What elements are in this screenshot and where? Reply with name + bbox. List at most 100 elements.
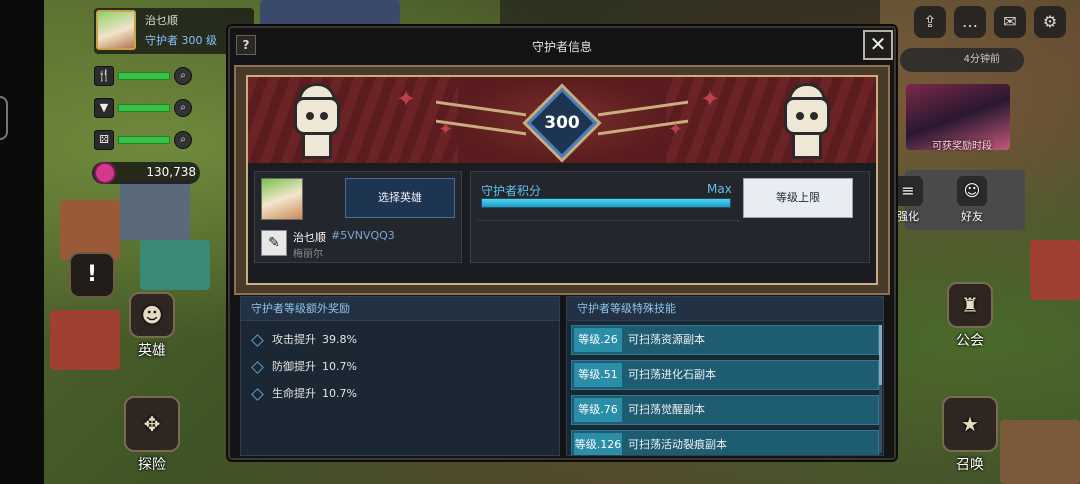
- score-progress-fill: [482, 199, 730, 207]
- guardian-level: 300: [544, 113, 580, 133]
- star-icon: ✦: [700, 85, 721, 113]
- skill-text: 可扫荡进化石副本: [628, 368, 716, 381]
- guardian-banner: ✦ ✦ ✦ ✦ 300: [248, 77, 876, 163]
- guardian-frame-inner: ✦ ✦ ✦ ✦ 300 选择英雄 ✎ 治乜顺 #5VNVQQ3 梅丽尔 守护者积…: [246, 75, 878, 285]
- bonus-row: 生命提升 10.7%: [251, 385, 357, 401]
- pencil-icon[interactable]: ✎: [261, 230, 287, 256]
- player-level: 守护者 300 级: [145, 34, 217, 47]
- skill-level: 等级.126: [574, 433, 622, 455]
- guild-menu-button[interactable]: ♜ 公会: [942, 282, 998, 350]
- score-divider: [477, 220, 739, 221]
- hero-menu-button[interactable]: ☻ 英雄: [124, 292, 180, 360]
- mascot-left-icon: [288, 83, 346, 161]
- player-avatar[interactable]: [96, 10, 136, 50]
- summon-menu-label: 召唤: [956, 457, 984, 473]
- hero-panel: 选择英雄 ✎ 治乜顺 #5VNVQQ3 梅丽尔: [254, 171, 462, 263]
- score-label: 守护者积分: [481, 184, 542, 198]
- guild-icon: ♜: [947, 282, 993, 328]
- explore-menu-button[interactable]: ✥ 探险: [120, 396, 184, 474]
- mail-icon[interactable]: ✉: [994, 6, 1026, 38]
- chat-icon[interactable]: …: [954, 6, 986, 38]
- guardian-frame: ✦ ✦ ✦ ✦ 300 选择英雄 ✎ 治乜顺 #5VNVQQ3 梅丽尔 守护者积…: [234, 65, 890, 295]
- timer-pill: 4分钟前: [900, 48, 1024, 72]
- level-cap-button[interactable]: 等级上限: [743, 178, 853, 218]
- enhance-menu-label: 强化: [897, 210, 919, 223]
- gem-count: 130,738: [146, 165, 196, 179]
- dice-icon: ⚄: [94, 130, 114, 150]
- skill-text: 可扫荡觉醒副本: [628, 403, 705, 416]
- bonus-row: 攻击提升 39.8%: [251, 331, 357, 347]
- hero-code: #5VNVQQ3: [331, 229, 395, 242]
- search-icon[interactable]: ⌕: [174, 67, 192, 85]
- bonus-value: 39.8%: [322, 333, 357, 346]
- star-icon: ✦: [668, 119, 684, 140]
- bonus-label: 防御提升: [272, 360, 316, 373]
- gem-icon: [94, 162, 116, 184]
- food-bar: [118, 72, 170, 80]
- skill-row: 等级.126 可扫荡活动裂痕副本: [571, 430, 879, 455]
- guild-menu-label: 公会: [956, 333, 984, 349]
- star-icon: ✦: [438, 119, 454, 140]
- bonus-label: 生命提升: [272, 387, 316, 400]
- diamond-icon: [251, 387, 264, 401]
- utensils-icon: 🍴: [94, 66, 114, 86]
- hero-menu-label: 英雄: [138, 343, 166, 359]
- friend-menu-label: 好友: [961, 210, 983, 223]
- dice-bar: [118, 136, 170, 144]
- bonus-label: 攻击提升: [272, 333, 316, 346]
- top-resource-strip: [500, 0, 880, 24]
- share-icon[interactable]: ⇪: [914, 6, 946, 38]
- alert-badge[interactable]: !: [69, 252, 115, 298]
- guardian-info-dialog: ? 守护者信息 ✕ ✦ ✦ ✦ ✦ 300 选择英雄 ✎ 治乜顺 #5VNVQQ…: [228, 26, 896, 460]
- dialog-title: 守护者信息: [531, 40, 592, 54]
- skill-text: 可扫荡资源副本: [628, 333, 705, 346]
- skill-row: 等级.76 可扫荡觉醒副本: [571, 395, 879, 425]
- score-panel: 守护者积分 Max 等级上限: [470, 171, 870, 263]
- select-hero-button[interactable]: 选择英雄: [345, 178, 455, 218]
- bonus-value: 10.7%: [322, 360, 357, 373]
- friend-icon: ☺: [957, 176, 987, 206]
- close-button[interactable]: ✕: [863, 30, 893, 60]
- hero-name: 治乜顺: [293, 231, 326, 244]
- diamond-icon: [251, 360, 264, 374]
- hero-subtitle: 梅丽尔: [293, 249, 323, 260]
- hero-icon: ☻: [129, 292, 175, 338]
- friend-menu-button[interactable]: ☺ 好友: [954, 176, 990, 224]
- stat-dice: ⚄ ⌕: [92, 130, 200, 152]
- gear-icon[interactable]: ⚙: [1034, 6, 1066, 38]
- skill-level: 等级.76: [574, 398, 622, 422]
- panel-divider: [561, 296, 564, 456]
- skill-text: 可扫荡活动裂痕副本: [628, 438, 727, 451]
- skill-row: 等级.26 可扫荡资源副本: [571, 325, 879, 355]
- search-icon[interactable]: ⌕: [174, 99, 192, 117]
- skill-level: 等级.51: [574, 363, 622, 387]
- score-progress-track: [481, 198, 731, 208]
- side-handle[interactable]: [0, 96, 8, 140]
- top-icons: ⇪ … ✉ ⚙: [914, 6, 1066, 38]
- score-max-label: Max: [707, 182, 732, 196]
- compass-icon: ✥: [124, 396, 180, 452]
- drink-bar: [118, 104, 170, 112]
- hero-avatar[interactable]: [261, 178, 303, 220]
- bonus-value: 10.7%: [322, 387, 357, 400]
- bonus-row: 防御提升 10.7%: [251, 358, 357, 374]
- stat-drink: ▼ ⌕: [92, 98, 200, 120]
- summon-menu-button[interactable]: ★ 召唤: [938, 396, 1002, 474]
- event-label: 可获奖励时段: [932, 141, 992, 152]
- bonus-title: 守护者等级额外奖励: [241, 297, 559, 321]
- skill-row: 等级.51 可扫荡进化石副本: [571, 360, 879, 390]
- dialog-header: ? 守护者信息 ✕: [230, 28, 894, 62]
- stat-food: 🍴 ⌕: [92, 66, 200, 88]
- skills-scrollbar[interactable]: [879, 325, 882, 453]
- summon-icon: ★: [942, 396, 998, 452]
- skill-level: 等级.26: [574, 328, 622, 352]
- skills-panel: 守护者等级特殊技能 等级.26 可扫荡资源副本 等级.51 可扫荡进化石副本 等…: [566, 296, 884, 456]
- enhance-icon: ≡: [893, 176, 923, 206]
- bonus-panel: 守护者等级额外奖励 攻击提升 39.8% 防御提升 10.7% 生命提升 10.7%: [240, 296, 560, 456]
- scrollbar-thumb[interactable]: [879, 325, 882, 385]
- screen-edge: [0, 0, 44, 484]
- player-name: 治乜顺: [145, 14, 178, 27]
- search-icon[interactable]: ⌕: [174, 131, 192, 149]
- cup-icon: ▼: [94, 98, 114, 118]
- skills-title: 守护者等级特殊技能: [567, 297, 883, 321]
